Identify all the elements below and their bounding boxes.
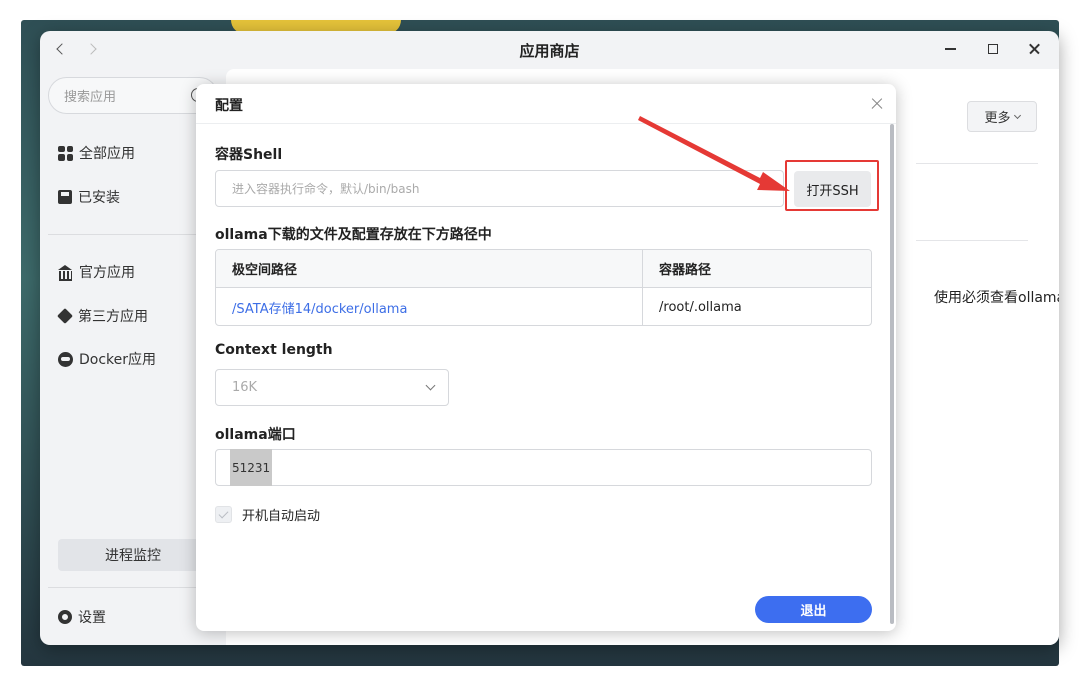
more-label: 更多: [984, 111, 1011, 126]
minimize-button[interactable]: [941, 39, 961, 59]
title-bar: 应用商店: [40, 31, 1059, 69]
docker-icon: [58, 351, 73, 367]
gear-icon: [58, 610, 72, 624]
host-path-link[interactable]: /SATA存储14/docker/ollama: [232, 298, 407, 317]
sidebar-divider: [48, 234, 218, 235]
save-icon: [58, 190, 72, 204]
table-row: /SATA存储14/docker/ollama /root/.ollama: [216, 288, 871, 325]
table-cell: /SATA存储14/docker/ollama: [216, 288, 643, 325]
sidebar-divider: [48, 587, 218, 588]
sidebar-item-label: 全部应用: [79, 146, 135, 162]
autostart-label: 开机自动启动: [242, 509, 321, 524]
port-input[interactable]: 51231: [215, 449, 872, 486]
chevron-down-icon: [425, 380, 436, 391]
sidebar-item-docker-apps[interactable]: Docker应用: [58, 347, 156, 371]
content-divider: [916, 240, 1028, 241]
path-mapping-table: 极空间路径 容器路径 /SATA存储14/docker/ollama /root…: [215, 249, 872, 326]
close-window-button[interactable]: [1025, 39, 1045, 59]
forward-arrow-icon[interactable]: [84, 39, 102, 59]
maximize-button[interactable]: [983, 39, 1003, 59]
table-header-row: 极空间路径 容器路径: [216, 250, 871, 288]
window-title: 应用商店: [519, 41, 580, 60]
bank-icon: [58, 265, 73, 281]
close-icon[interactable]: [870, 97, 884, 111]
grid-icon: [58, 145, 73, 161]
port-label: ollama端口: [215, 427, 296, 443]
cube-icon: [57, 308, 73, 324]
search-placeholder: 搜索应用: [64, 90, 117, 105]
dialog-header: 配置: [196, 84, 896, 124]
search-input[interactable]: 搜索应用: [48, 77, 218, 114]
sidebar-item-all-apps[interactable]: 全部应用: [58, 141, 135, 165]
path-section-label: ollama下载的文件及配置存放在下方路径中: [215, 227, 492, 243]
sidebar-item-installed[interactable]: 已安装: [58, 185, 120, 209]
autostart-option[interactable]: 开机自动启动: [215, 505, 320, 524]
exit-button[interactable]: 退出: [755, 596, 872, 623]
process-monitor-button[interactable]: 进程监控: [58, 539, 208, 571]
shell-label: 容器Shell: [215, 147, 283, 163]
config-dialog: 配置 容器Shell 打开SSH ollama下载的文件及配置存放在下方路径中 …: [196, 84, 896, 631]
shell-command-input[interactable]: [215, 170, 784, 207]
dialog-title: 配置: [215, 98, 243, 114]
table-header-cell: 容器路径: [659, 263, 712, 278]
context-length-label: Context length: [215, 342, 333, 358]
sidebar-item-label: 第三方应用: [78, 309, 148, 325]
chevron-down-icon: [1013, 111, 1021, 119]
sidebar-item-label: Docker应用: [79, 352, 157, 368]
autostart-checkbox[interactable]: [215, 506, 232, 523]
more-button[interactable]: 更多: [967, 101, 1037, 132]
settings-label: 设置: [78, 610, 106, 626]
context-length-select[interactable]: 16K: [215, 369, 449, 406]
open-ssh-button[interactable]: 打开SSH: [794, 171, 871, 207]
sidebar-item-label: 官方应用: [79, 265, 135, 281]
sidebar-item-official-apps[interactable]: 官方应用: [58, 260, 135, 284]
container-path-cell: /root/.ollama: [659, 299, 742, 315]
background-description: 使用必须查看ollama: [934, 290, 1059, 306]
dialog-scrollbar[interactable]: [890, 124, 894, 624]
sidebar-item-third-party-apps[interactable]: 第三方应用: [57, 304, 148, 328]
port-value: 51231: [230, 449, 273, 486]
table-header-cell: 极空间路径: [216, 250, 643, 287]
context-length-value: 16K: [232, 380, 258, 395]
settings-button[interactable]: 设置: [58, 605, 106, 629]
back-arrow-icon[interactable]: [52, 39, 70, 59]
content-divider: [916, 163, 1038, 164]
sidebar-item-label: 已安装: [78, 190, 120, 206]
